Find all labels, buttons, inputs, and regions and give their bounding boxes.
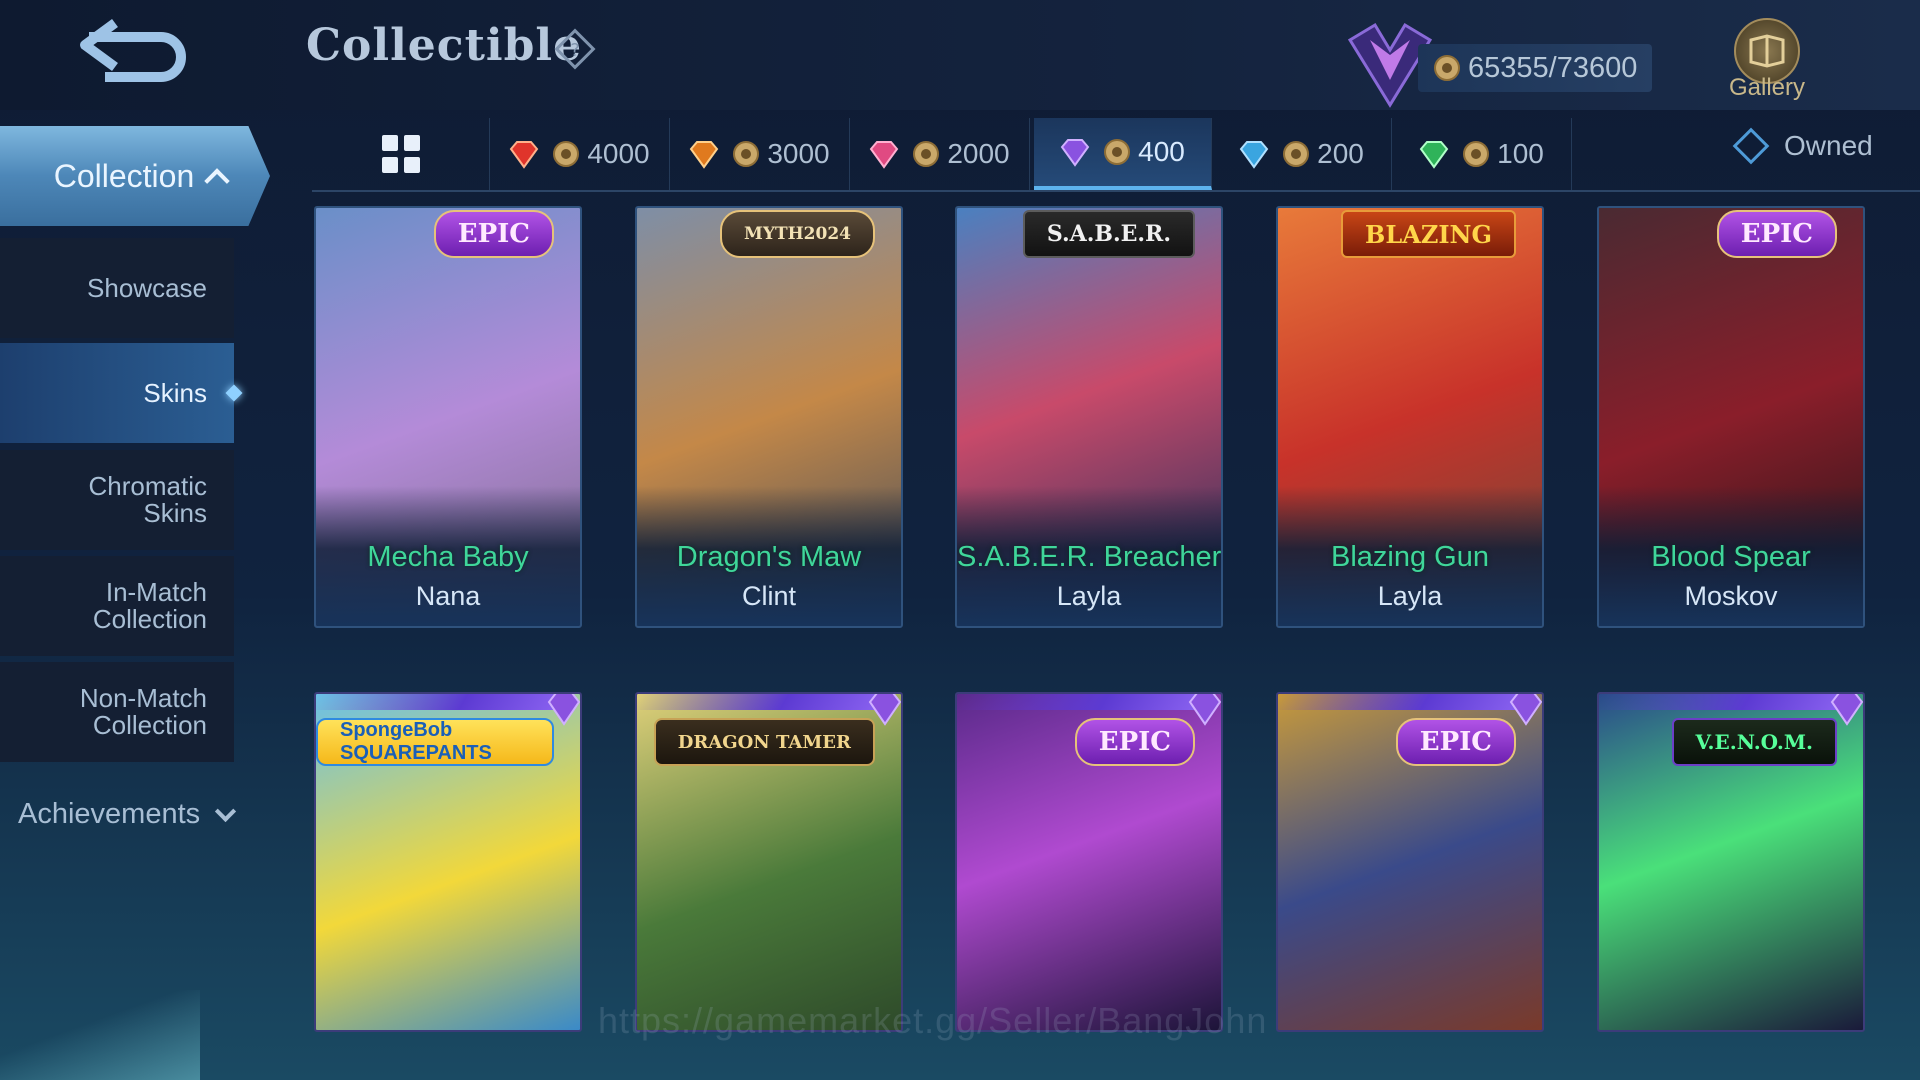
epic-badge: EPIC [1395,718,1516,766]
gem-pink-icon [870,141,899,169]
tab-200[interactable]: 200 [1212,118,1392,190]
sidebar-item-non-match-collection[interactable]: Non-Match Collection [0,662,234,762]
checkbox-icon [1732,127,1770,165]
skin-card[interactable]: MYTH2024 Dragon's Maw Clint [635,206,903,628]
hero-name: Clint [741,581,796,611]
skin-card[interactable]: S.A.B.E.R. S.A.B.E.R. Breacher Layla [955,206,1223,628]
tab-value: 4000 [587,138,650,169]
active-indicator-icon [225,384,243,402]
coin-icon [1104,139,1131,165]
back-arrow-icon [80,18,186,82]
epic-badge: EPIC [1716,210,1837,258]
top-bar: Collectible ? 65355/73600 Gallery [0,0,1920,110]
sidebar-item-label: Collection [92,710,207,740]
venom-badge: V.E.N.O.M. [1671,718,1837,766]
skin-card[interactable]: SpongeBob SQUAREPANTS [314,692,582,1032]
tab-400[interactable]: 400 [1034,118,1212,190]
skin-name: Mecha Baby [367,541,529,573]
watermark: https://gamemarket.gg/Seller/BangJohn [598,1000,1268,1041]
sidebar-item-label: In-Match [105,577,207,607]
skin-card[interactable]: EPIC Blood Spear Moskov [1597,206,1865,628]
tab-all[interactable] [312,118,490,190]
purple-gem-icon [1830,694,1863,726]
purple-gem-icon [547,694,580,726]
tab-100[interactable]: 100 [1392,118,1572,190]
grid-icon [381,135,420,173]
coin-icon [733,141,760,167]
points-value: 65355/73600 [1468,51,1638,84]
decorative-glow [0,990,200,1080]
purple-gem-icon [868,694,901,726]
hero-name: Nana [415,581,481,611]
hero-name: Layla [1377,581,1443,611]
sidebar-item-skins[interactable]: Skins [0,343,243,443]
sidebar-achievements[interactable]: Achievements [18,798,237,831]
tab-value: 400 [1138,136,1185,167]
skin-name: Blazing Gun [1331,541,1489,573]
sidebar-collection[interactable]: Collection [0,126,270,226]
sidebar-item-in-match-collection[interactable]: In-Match Collection [0,556,234,656]
sidebar-item-chromatic-skins[interactable]: Chromatic Skins [0,450,234,550]
dragon-tamer-badge: DRAGON TAMER [653,718,875,766]
gallery-button[interactable]: Gallery [1712,18,1822,108]
tab-2000[interactable]: 2000 [850,118,1030,190]
coin-icon [913,141,940,167]
coin-icon [553,141,580,167]
tab-value: 3000 [767,138,830,169]
page-title: Collectible [306,20,583,71]
epic-badge: EPIC [433,210,554,258]
sidebar-item-label: Skins [143,377,207,408]
sidebar-collection-label: Collection [53,157,195,194]
sidebar-item-label: Collection [92,604,207,634]
skin-card[interactable]: BLAZING Blazing Gun Layla [1276,206,1544,628]
coin-icon [1283,141,1310,167]
tab-value: 100 [1497,138,1544,169]
spongebob-badge: SpongeBob SQUAREPANTS [316,718,554,766]
skin-name: Blood Spear [1651,541,1811,573]
gem-orange-icon [690,141,719,169]
help-icon[interactable]: ? [552,26,598,72]
skin-card[interactable]: EPIC [1276,692,1544,1032]
gem-blue-icon [1239,141,1269,169]
gem-green-icon [1419,141,1449,169]
chevron-down-icon [215,800,237,823]
skin-card[interactable]: EPIC Mecha Baby Nana [314,206,582,628]
saber-badge: S.A.B.E.R. [1022,210,1195,258]
gem-purple-icon [1060,139,1090,167]
price-filter-tabs: 4000 3000 2000 400 200 100 [312,118,1920,192]
points-display: 65355/73600 [1418,44,1652,92]
sidebar-item-showcase[interactable]: Showcase [0,238,234,338]
myth-badge: MYTH2024 [720,210,875,258]
hero-name: Moskov [1684,581,1778,611]
tab-value: 200 [1317,138,1364,169]
purple-gem-icon [1509,694,1542,726]
purple-gem-icon [1188,694,1221,726]
sidebar-item-label: Skins [143,498,207,528]
skin-name: S.A.B.E.R. Breacher [957,541,1222,573]
sidebar: Collection Showcase Skins Chromatic Skin… [0,110,270,1080]
sidebar-item-label: Non-Match [79,683,207,713]
skin-card[interactable]: EPIC [955,692,1223,1032]
tab-value: 2000 [947,138,1010,169]
gallery-label: Gallery [1728,74,1806,101]
coin-icon [1463,141,1490,167]
sidebar-achievements-label: Achievements [18,798,201,830]
owned-label: Owned [1784,130,1873,161]
skin-card[interactable]: V.E.N.O.M. [1597,692,1865,1032]
sidebar-item-label: Chromatic [88,471,207,501]
hero-name: Layla [1056,581,1122,611]
svg-text:?: ? [570,40,580,61]
tab-4000[interactable]: 4000 [490,118,670,190]
skin-card[interactable]: DRAGON TAMER [635,692,903,1032]
epic-badge: EPIC [1074,718,1195,766]
skin-name: Dragon's Maw [676,541,862,573]
blazing-badge: BLAZING [1341,210,1516,258]
owned-filter-checkbox[interactable]: Owned [1732,127,1873,165]
coin-icon [1434,55,1460,81]
tab-3000[interactable]: 3000 [670,118,850,190]
sidebar-item-label: Showcase [87,272,207,303]
gem-red-icon [510,141,539,169]
back-button[interactable] [60,10,210,90]
